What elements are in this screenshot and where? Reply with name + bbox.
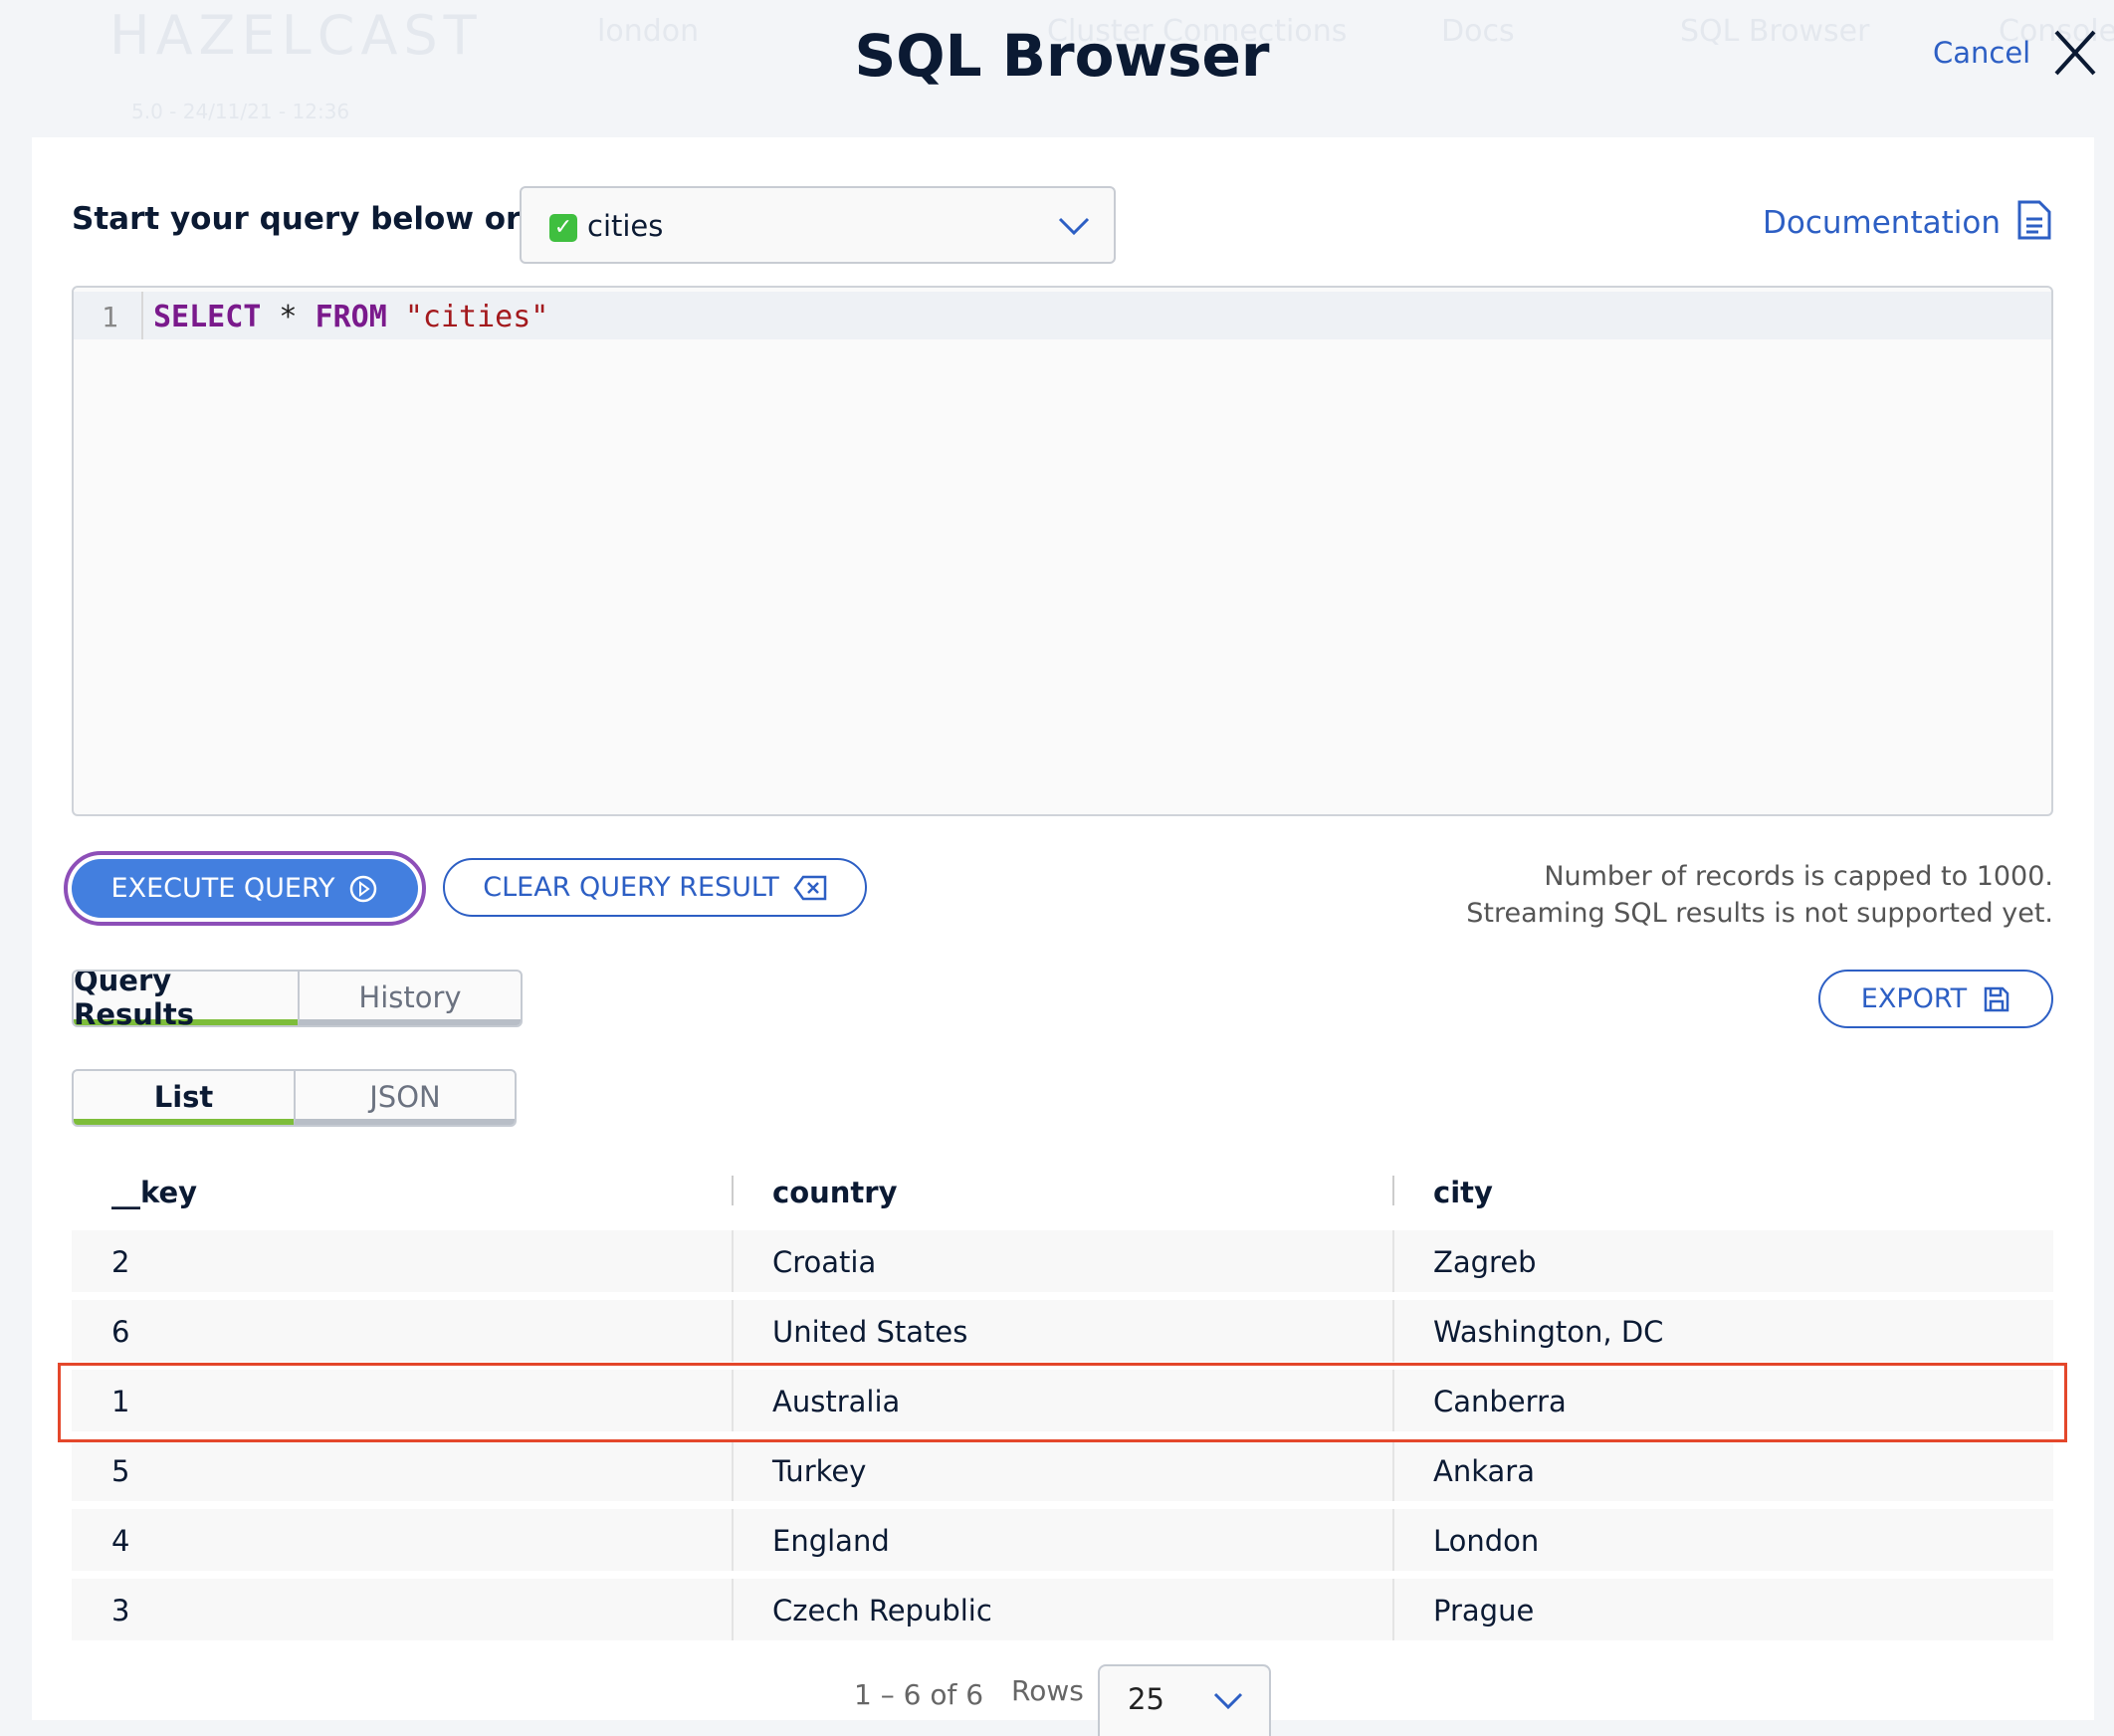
cell-city: Zagreb: [1433, 1245, 1537, 1279]
close-icon[interactable]: [2052, 28, 2098, 78]
rows-label: Rows: [1011, 1674, 1084, 1707]
result-tabs: Query Results History: [72, 970, 523, 1027]
save-icon: [1984, 986, 2009, 1011]
cell-key: 5: [111, 1454, 130, 1488]
tab-list[interactable]: List: [74, 1071, 294, 1125]
cell-country: Czech Republic: [772, 1594, 992, 1628]
col-divider: [1392, 1509, 1394, 1571]
rows-per-page-value: 25: [1128, 1682, 1164, 1716]
kw-select: SELECT: [153, 300, 262, 334]
row-highlight-box: [58, 1363, 2067, 1442]
pagination-range: 1 – 6 of 6: [854, 1678, 984, 1711]
cell-country: England: [772, 1524, 890, 1558]
records-note: Number of records is capped to 1000. Stre…: [1466, 858, 2053, 932]
col-divider: [732, 1509, 734, 1571]
modal-title: SQL Browser: [854, 22, 1270, 90]
map-select-value: cities: [587, 209, 664, 243]
query-label: Start your query below or: [72, 201, 522, 237]
note-line-2: Streaming SQL results is not supported y…: [1466, 898, 2053, 929]
table-row[interactable]: 2 Croatia Zagreb: [72, 1230, 2053, 1292]
table-row[interactable]: 3 Czech Republic Prague: [72, 1579, 2053, 1640]
col-divider: [1392, 1176, 1394, 1205]
cell-city: London: [1433, 1524, 1540, 1558]
tab-json[interactable]: JSON: [294, 1071, 515, 1125]
code-star: *: [261, 300, 316, 334]
col-divider: [1392, 1300, 1394, 1362]
col-divider: [732, 1579, 734, 1640]
cell-key: 4: [111, 1524, 130, 1558]
cell-city: Prague: [1433, 1594, 1535, 1628]
tab-history[interactable]: History: [297, 972, 521, 1025]
cell-key: 3: [111, 1594, 130, 1628]
execute-query-button[interactable]: EXECUTE QUERY: [72, 859, 418, 918]
clear-query-result-button[interactable]: CLEAR QUERY RESULT: [443, 858, 867, 917]
cell-key: 6: [111, 1315, 130, 1349]
export-button[interactable]: EXPORT: [1818, 970, 2053, 1028]
table-header: __key country city: [72, 1161, 2053, 1222]
col-country[interactable]: country: [772, 1176, 897, 1209]
cell-country: United States: [772, 1315, 968, 1349]
document-icon: [2017, 200, 2051, 240]
code-table: "cities": [386, 300, 549, 334]
rows-per-page-select[interactable]: 25: [1098, 1664, 1271, 1736]
table-row[interactable]: 4 England London: [72, 1509, 2053, 1571]
backspace-icon: [793, 875, 826, 900]
chevron-down-icon: [1213, 1692, 1243, 1710]
note-line-1: Number of records is capped to 1000.: [1544, 861, 2053, 892]
documentation-link[interactable]: Documentation: [1763, 199, 2052, 241]
view-tabs: List JSON: [72, 1069, 517, 1127]
cell-country: Turkey: [772, 1454, 867, 1488]
kw-from: FROM: [315, 300, 387, 334]
cell-city: Ankara: [1433, 1454, 1535, 1488]
chevron-down-icon: [1058, 217, 1090, 236]
documentation-label: Documentation: [1763, 205, 2001, 241]
col-divider: [1392, 1579, 1394, 1640]
gutter-divider: [141, 292, 143, 339]
table-row[interactable]: 5 Turkey Ankara: [72, 1439, 2053, 1501]
col-divider: [1392, 1230, 1394, 1292]
col-divider: [1392, 1439, 1394, 1501]
cancel-button[interactable]: Cancel: [1933, 36, 2030, 70]
bg-version: 5.0 - 24/11/21 - 12:36: [131, 100, 350, 123]
check-icon: ✓: [549, 214, 577, 242]
tab-query-results[interactable]: Query Results: [74, 972, 298, 1025]
col-divider: [732, 1176, 734, 1205]
col-key[interactable]: __key: [111, 1176, 197, 1209]
cell-city: Washington, DC: [1433, 1315, 1664, 1349]
col-divider: [732, 1439, 734, 1501]
cell-key: 2: [111, 1245, 130, 1279]
clear-label: CLEAR QUERY RESULT: [483, 872, 779, 903]
line-number: 1: [102, 301, 118, 333]
play-circle-icon: [350, 875, 377, 902]
cell-country: Croatia: [772, 1245, 877, 1279]
execute-label: EXECUTE QUERY: [110, 873, 335, 904]
col-divider: [732, 1300, 734, 1362]
col-city[interactable]: city: [1433, 1176, 1493, 1209]
export-label: EXPORT: [1860, 983, 1968, 1014]
map-select[interactable]: ✓ cities: [520, 186, 1116, 264]
col-divider: [732, 1230, 734, 1292]
sql-code: SELECT * FROM "cities": [153, 300, 548, 334]
sql-editor[interactable]: 1 SELECT * FROM "cities": [72, 286, 2053, 816]
table-row[interactable]: 6 United States Washington, DC: [72, 1300, 2053, 1362]
